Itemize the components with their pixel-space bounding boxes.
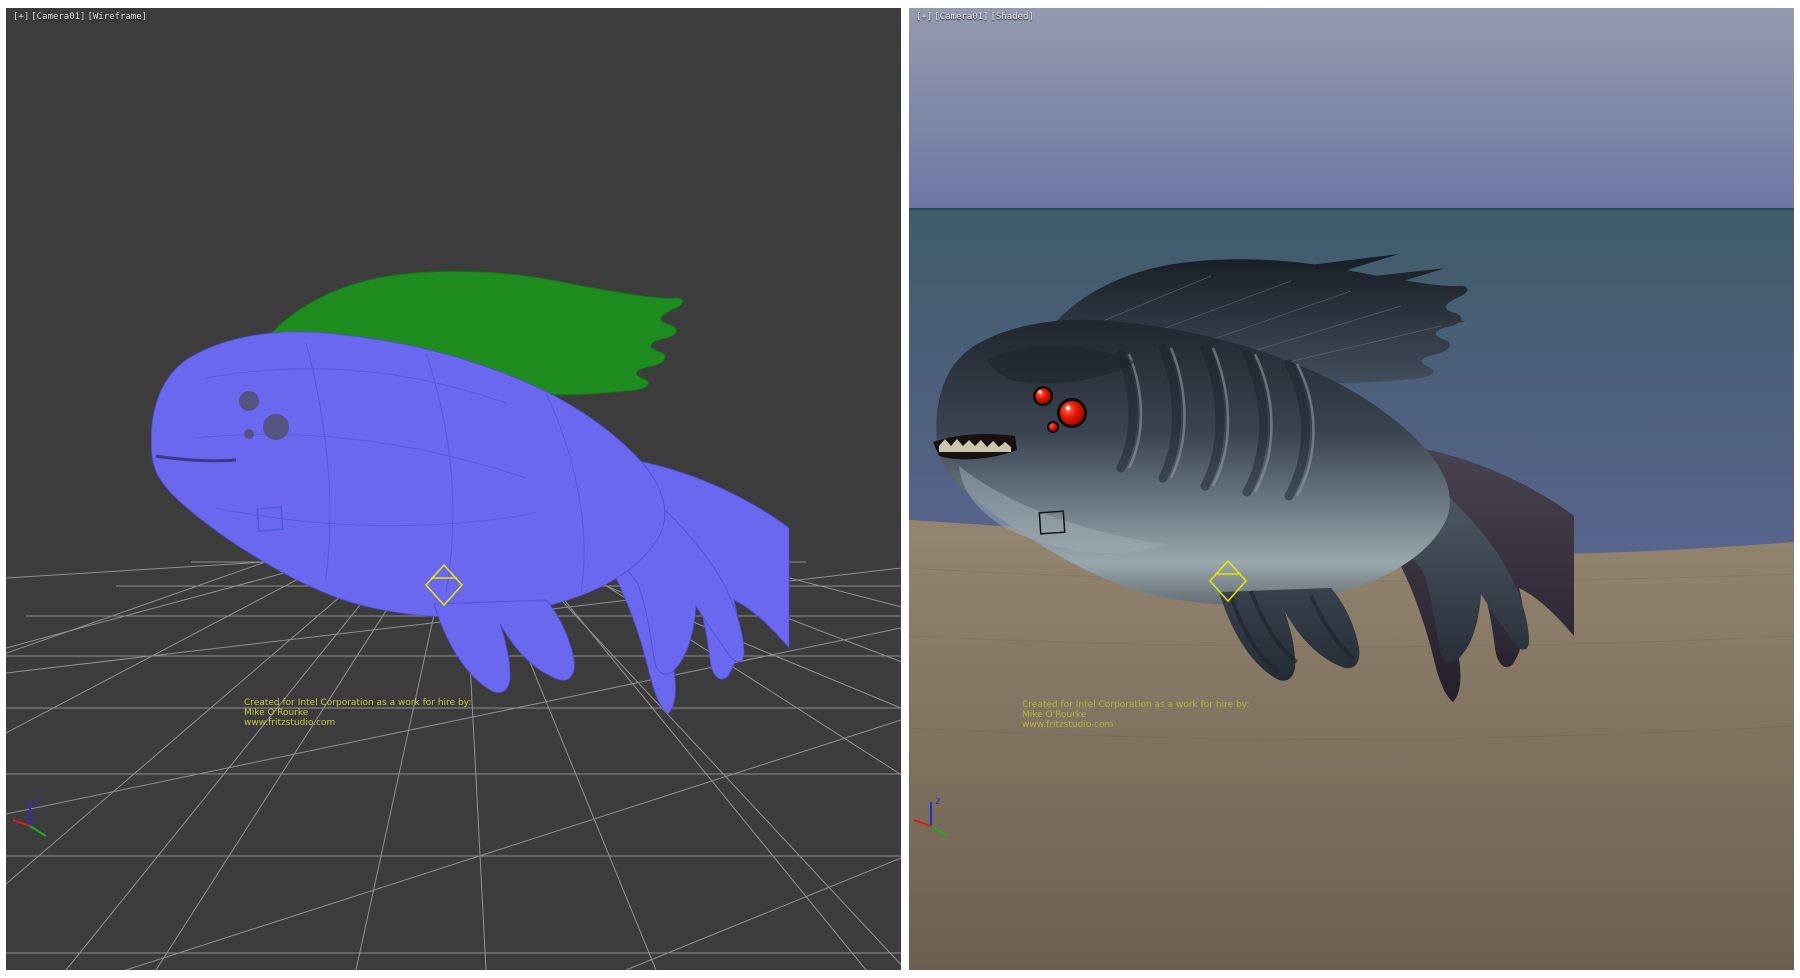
viewport-menu-pov[interactable]: [Camera01] xyxy=(934,12,988,22)
credit-text: Created for Intel Corporation as a work … xyxy=(244,698,471,728)
viewport-shaded[interactable]: z [+] [Camera01] [Shaded] Created for In… xyxy=(909,8,1794,970)
viewport-menu-shading[interactable]: [Shaded] xyxy=(990,12,1033,22)
credit-line-2: Mike O'Rourke xyxy=(1022,710,1249,720)
credit-line-1: Created for Intel Corporation as a work … xyxy=(1022,700,1249,710)
wireframe-canvas[interactable]: z xyxy=(6,8,901,970)
shaded-canvas[interactable]: z xyxy=(909,8,1794,970)
belly-fin-lobes xyxy=(434,600,574,693)
axis-z-label: z xyxy=(935,796,941,807)
credit-text: Created for Intel Corporation as a work … xyxy=(1022,700,1249,730)
viewport-menu-shading[interactable]: [Wireframe] xyxy=(87,12,147,22)
application-frame: z [+] [Camera01] [Wireframe] Created for… xyxy=(0,0,1800,978)
credit-line-2: Mike O'Rourke xyxy=(244,708,471,718)
viewport-menu-general[interactable]: [+] xyxy=(916,12,932,22)
viewport-label-wireframe: [+] [Camera01] [Wireframe] xyxy=(13,12,147,22)
credit-line-3: www.fritzstudio.com xyxy=(244,718,471,728)
viewport-menu-pov[interactable]: [Camera01] xyxy=(31,12,85,22)
credit-line-1: Created for Intel Corporation as a work … xyxy=(244,698,471,708)
viewport-label-shaded: [+] [Camera01] [Shaded] xyxy=(916,12,1034,22)
viewport-wireframe[interactable]: z [+] [Camera01] [Wireframe] Created for… xyxy=(6,8,901,970)
fish-model-wireframe[interactable] xyxy=(151,271,789,714)
viewport-menu-general[interactable]: [+] xyxy=(13,12,29,22)
credit-line-3: www.fritzstudio.com xyxy=(1022,720,1249,730)
sky xyxy=(909,8,1794,210)
axis-tripod: z xyxy=(13,796,46,836)
axis-z-label: z xyxy=(34,796,40,807)
